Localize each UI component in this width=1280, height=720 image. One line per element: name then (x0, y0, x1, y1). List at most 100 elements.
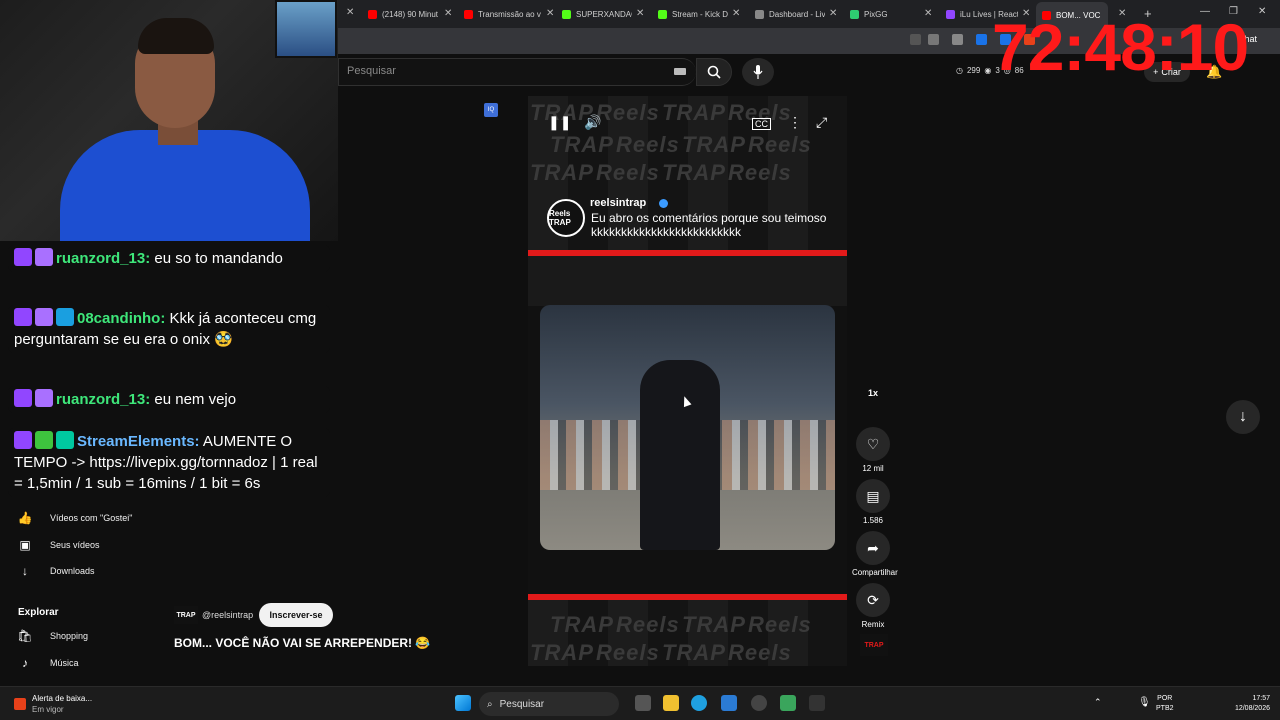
notepad-icon[interactable] (809, 695, 825, 711)
audio-source-avatar[interactable]: TRAP (860, 634, 888, 656)
taskbar-search[interactable]: ⌕ Pesquisar (479, 692, 619, 716)
share-icon: ➦ (856, 531, 890, 565)
sidebar-item-label: Downloads (50, 566, 95, 576)
clock-icon: ◷ (956, 66, 963, 75)
overlay-caption: Eu abro os comentários porque sou teimos… (591, 211, 827, 239)
tab-label: PixGG (864, 9, 888, 19)
download-icon: ↓ (22, 564, 28, 578)
sidebar-item[interactable]: ♪ Música (18, 656, 79, 670)
comments-button[interactable]: ▤ 1.586 (852, 479, 894, 525)
bag-icon: 🛍 (17, 629, 33, 643)
browser-tab[interactable]: (2148) 90 Minut (368, 4, 440, 24)
player-background-mid (528, 256, 847, 306)
store-icon[interactable] (721, 695, 737, 711)
app-icon[interactable] (780, 695, 796, 711)
background-word: Reels (728, 640, 792, 665)
channel-avatar[interactable]: TRAP (174, 606, 198, 624)
search-icon (707, 65, 721, 79)
keyboard-icon[interactable] (674, 68, 686, 75)
browser-tab[interactable]: PixGG (850, 4, 920, 24)
chat-text: eu so to mandando (150, 250, 283, 267)
comment-icon: ▤ (856, 479, 890, 513)
background-word: TRAP (530, 160, 594, 185)
background-word: TRAP (550, 612, 614, 637)
more-options-icon[interactable]: ⋮ (788, 114, 802, 131)
like-button[interactable]: ♡ 12 mil (852, 427, 894, 473)
browser-tab[interactable]: Transmissão ao v (464, 4, 542, 24)
share-button[interactable]: ➦ Compartilhar (852, 531, 898, 577)
remix-label: Remix (861, 620, 885, 629)
short-title: BOM... VOCÊ NÃO VAI SE ARREPENDER! 😂 (174, 636, 431, 650)
remix-button[interactable]: ⟳ Remix (852, 583, 894, 629)
sidebar-item[interactable]: 🛍 Shopping (17, 629, 89, 643)
close-tab-icon[interactable]: ✕ (924, 8, 932, 19)
sidebar-item[interactable]: 👍 Vídeos com "Gostei" (17, 511, 133, 525)
background-word: Reels (616, 612, 680, 637)
background-word: Reels (616, 132, 680, 157)
file-explorer-icon[interactable] (663, 695, 679, 711)
browser-tab[interactable]: Stream - Kick Da (658, 4, 728, 24)
extension-badge-icon[interactable]: IQ (484, 103, 498, 117)
background-word: TRAP (550, 132, 614, 157)
close-tab-icon[interactable]: ✕ (546, 8, 554, 19)
background-word: Reels (596, 160, 660, 185)
extension-icon[interactable] (952, 34, 963, 45)
tab-label: Stream - Kick Da (672, 9, 728, 19)
close-tab-icon[interactable]: ✕ (829, 8, 837, 19)
task-view-icon[interactable] (635, 695, 651, 711)
speed-label: 1x (867, 388, 878, 398)
twitch-badge-icon (14, 248, 32, 266)
alert-icon (14, 698, 26, 710)
close-tab-icon[interactable]: ✕ (444, 8, 452, 19)
obs-icon[interactable] (751, 695, 767, 711)
next-short-button[interactable]: ↓ (1226, 400, 1260, 434)
chevron-up-icon[interactable]: ⌃ (1094, 697, 1102, 708)
bookmark-star-icon[interactable] (928, 34, 939, 45)
thumbs-up-icon: 👍 (17, 511, 33, 525)
taskbar-search-label: Pesquisar (499, 698, 545, 710)
sidebar-item[interactable]: ▣ Seus vídeos (18, 538, 99, 552)
tab-favicon-icon (946, 9, 955, 19)
fullscreen-icon[interactable]: ⤢ (816, 114, 827, 131)
sidebar-item-label: Música (50, 658, 79, 668)
tab-search-icon[interactable] (910, 34, 921, 45)
close-tab-icon[interactable]: ✕ (346, 7, 354, 18)
captions-icon[interactable]: CC (752, 118, 771, 130)
edge-browser-icon[interactable] (691, 695, 707, 711)
bot-badge-icon (56, 431, 74, 449)
channel-handle[interactable]: @reelsintrap (202, 610, 253, 620)
close-tab-icon[interactable]: ✕ (636, 8, 644, 19)
microphone-icon[interactable]: 🎙 (1138, 697, 1151, 708)
extension-icon[interactable] (976, 34, 987, 45)
browser-tab[interactable]: Dashboard - Liv (755, 4, 825, 24)
background-word: TRAP (682, 132, 746, 157)
comment-count: 1.586 (862, 516, 884, 525)
start-button-icon[interactable] (455, 695, 471, 711)
stat-a: 299 (966, 66, 981, 75)
like-count: 12 mil (862, 464, 884, 473)
search-button[interactable] (696, 58, 732, 86)
clock-time: 17:57 (1252, 695, 1270, 702)
chat-username: ruanzord_13: (56, 250, 151, 267)
pause-icon[interactable]: ❚❚ (548, 114, 571, 131)
person-hair (138, 18, 214, 54)
sidebar-item[interactable]: ↓ Downloads (18, 564, 95, 578)
playback-speed[interactable]: 1x (852, 388, 894, 398)
webcam-feed (0, 0, 338, 241)
subscribe-button[interactable]: Inscrever-se (259, 603, 333, 627)
sidebar-item-label: Shopping (50, 631, 89, 641)
weather-alert-widget[interactable]: Alerta de baixa... Em vigor (14, 693, 92, 715)
browser-tab[interactable]: SUPERXANDAO (562, 4, 632, 24)
language-indicator[interactable]: POR PTB2 (1156, 694, 1174, 714)
subathon-timer: 72:48:10 (992, 10, 1249, 84)
voice-search-button[interactable] (742, 58, 774, 86)
chat-username: StreamElements: (77, 433, 200, 450)
tab-label: (2148) 90 Minut (382, 9, 439, 19)
overlay-channel-avatar: Reels TRAP (547, 199, 585, 237)
red-divider (528, 594, 847, 600)
system-clock[interactable]: 17:57 12/08/2026 (1224, 694, 1270, 714)
share-label: Compartilhar (852, 568, 898, 577)
volume-icon[interactable]: 🔊 (584, 114, 601, 131)
close-window-icon[interactable]: ✕ (1258, 6, 1266, 17)
close-tab-icon[interactable]: ✕ (732, 8, 740, 19)
